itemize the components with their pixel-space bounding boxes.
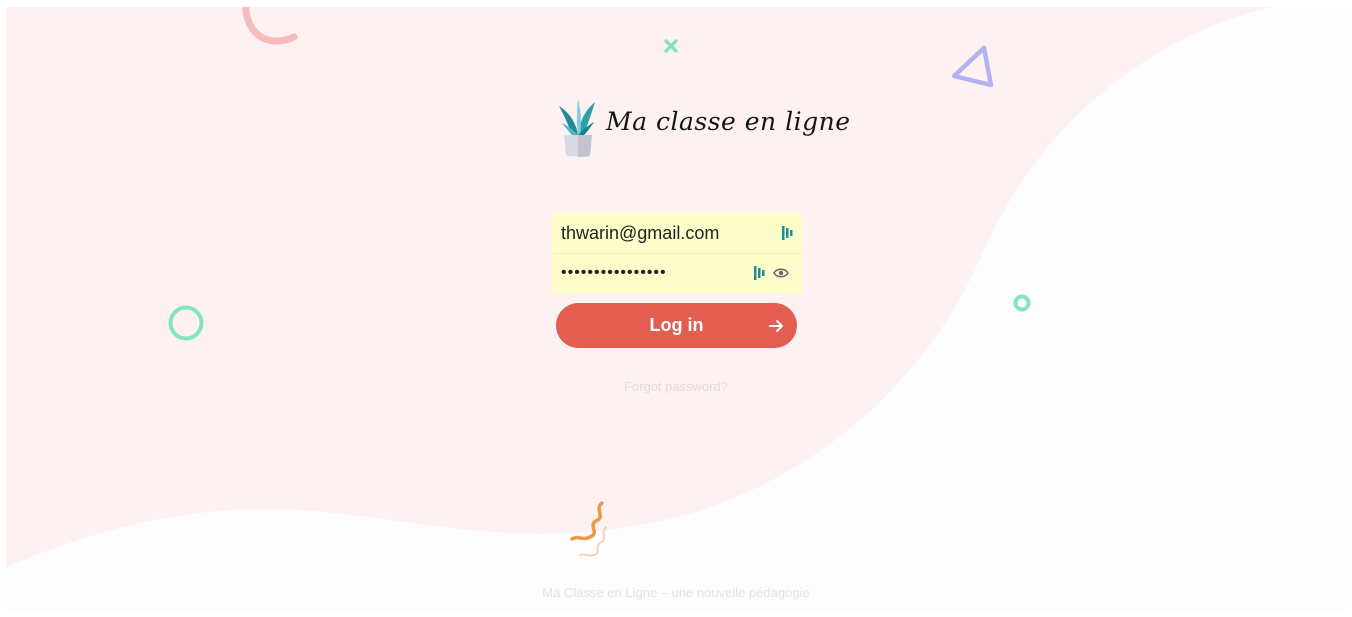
arc-decoration (242, 7, 298, 45)
brand-logo: Ma classe en ligne (556, 97, 850, 159)
email-input[interactable] (552, 213, 752, 253)
password-manager-icon[interactable] (782, 226, 794, 240)
email-field-wrapper (552, 213, 802, 254)
eye-icon[interactable] (773, 266, 789, 280)
cross-decoration (664, 39, 678, 53)
login-page: Ma classe en ligne Log in (6, 7, 1346, 611)
login-button[interactable]: Log in (556, 303, 797, 348)
triangle-decoration (951, 45, 994, 88)
ring-decoration-small (1013, 294, 1031, 312)
password-field-wrapper (552, 253, 802, 293)
login-form (552, 213, 802, 293)
brand-name: Ma classe en ligne (606, 107, 851, 136)
arrow-right-icon (769, 320, 783, 332)
password-input[interactable] (552, 253, 752, 293)
footer-text: Ma Classe en Ligne – une nouvelle pédago… (542, 585, 810, 600)
squiggle-decoration (570, 501, 607, 557)
ring-decoration-large (168, 305, 204, 341)
login-button-label: Log in (649, 315, 704, 335)
password-manager-icon[interactable] (754, 266, 766, 280)
forgot-password-link[interactable]: Forgot password? (526, 379, 826, 394)
potted-plant-icon (559, 99, 595, 157)
